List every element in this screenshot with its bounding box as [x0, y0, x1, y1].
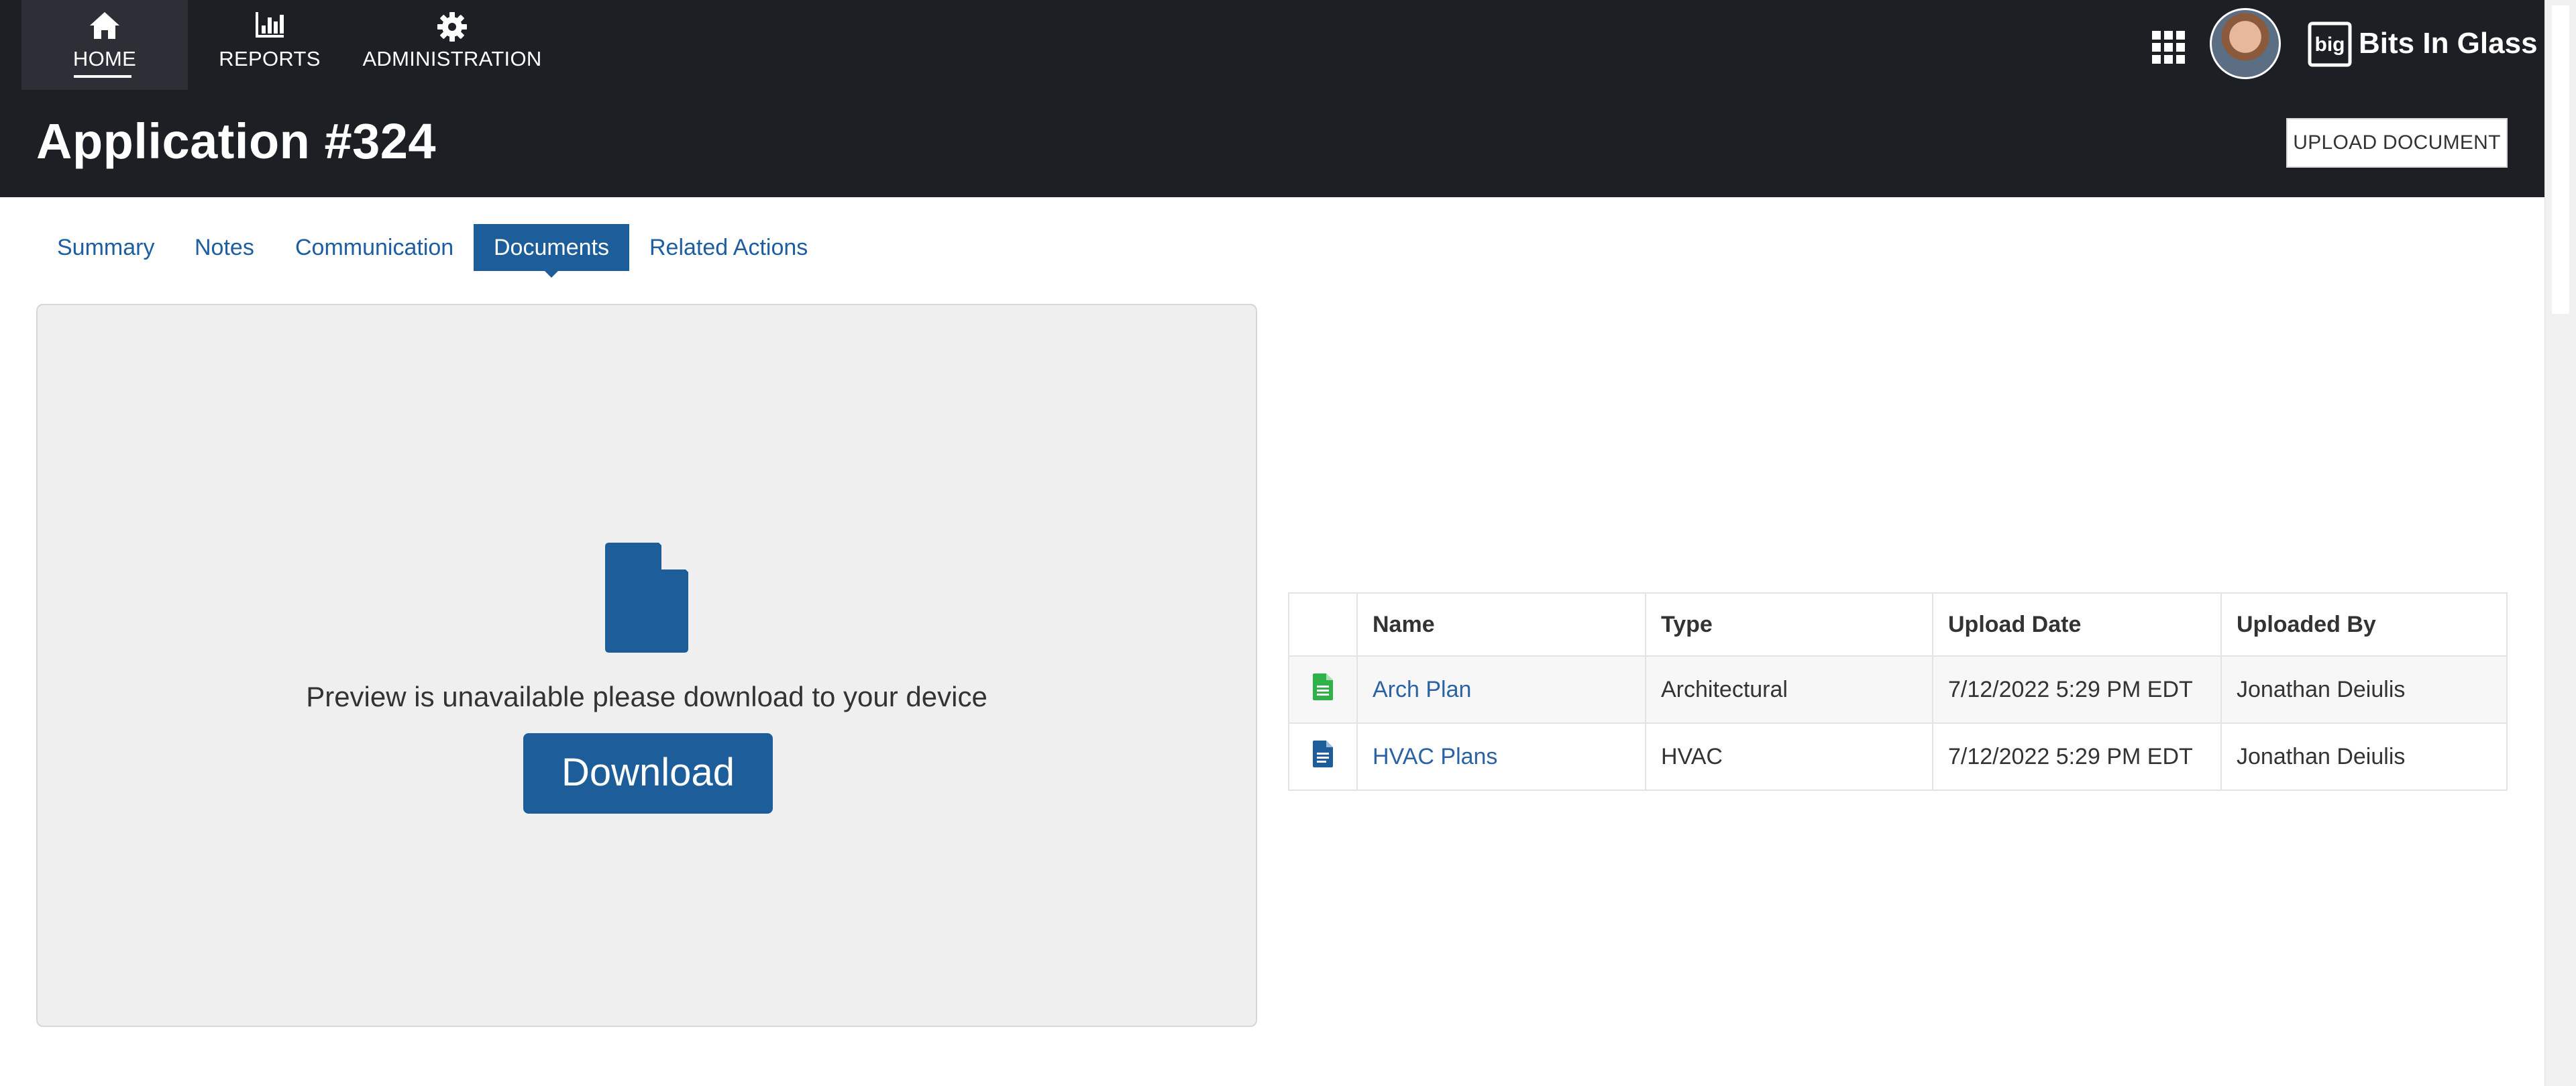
tab-related-actions[interactable]: Related Actions: [629, 224, 828, 271]
document-uploaded-by: Jonathan Deiulis: [2220, 722, 2508, 791]
column-header-upload-date[interactable]: Upload Date: [1932, 592, 2222, 657]
svg-text:big: big: [2315, 34, 2345, 56]
row-icon-cell: [1288, 722, 1358, 791]
tab-notes[interactable]: Notes: [174, 224, 274, 271]
scrollbar-thumb[interactable]: [2552, 5, 2569, 314]
brand-name: Bits In Glass: [2359, 27, 2538, 60]
blue-document-icon: [1313, 740, 1333, 767]
row-icon-cell: [1288, 655, 1358, 724]
nav-active-indicator: [74, 75, 131, 78]
column-header-name[interactable]: Name: [1356, 592, 1646, 657]
page-title: Application #324: [36, 113, 437, 169]
user-avatar[interactable]: [2210, 8, 2281, 79]
nav-home[interactable]: HOME: [21, 0, 188, 90]
document-upload-date: 7/12/2022 5:29 PM EDT: [1932, 722, 2222, 791]
top-header: HOME REPORTS ADMINISTRATION big Bits In …: [0, 0, 2544, 197]
upload-document-button[interactable]: UPLOAD DOCUMENT: [2286, 118, 2508, 168]
bar-chart-icon: [256, 12, 284, 38]
home-icon: [90, 12, 119, 39]
green-document-icon: [1313, 673, 1333, 700]
tab-summary[interactable]: Summary: [37, 224, 174, 271]
nav-reports[interactable]: REPORTS: [201, 0, 338, 90]
document-uploaded-by: Jonathan Deiulis: [2220, 655, 2508, 724]
column-header-uploaded-by[interactable]: Uploaded By: [2220, 592, 2508, 657]
header-icon-column: [1288, 592, 1358, 657]
document-type: HVAC: [1645, 722, 1933, 791]
gear-icon: [437, 12, 467, 42]
document-preview-panel: Preview is unavailable please download t…: [36, 304, 1257, 1027]
document-name[interactable]: HVAC Plans: [1373, 744, 1497, 769]
document-icon: [605, 543, 688, 653]
tab-documents[interactable]: Documents: [474, 224, 629, 271]
bits-in-glass-logo: big: [2308, 21, 2352, 67]
preview-unavailable-message: Preview is unavailable please download t…: [306, 681, 987, 712]
document-name-link[interactable]: Arch Plan: [1356, 655, 1646, 724]
document-name-link[interactable]: HVAC Plans: [1356, 722, 1646, 791]
table-header-row: Name Type Upload Date Uploaded By: [1288, 592, 2508, 657]
document-type: Architectural: [1645, 655, 1933, 724]
tab-communication[interactable]: Communication: [275, 224, 474, 271]
column-header-type[interactable]: Type: [1645, 592, 1933, 657]
download-button[interactable]: Download: [523, 733, 773, 814]
nav-reports-label: REPORTS: [219, 47, 321, 70]
nav-home-label: HOME: [72, 47, 137, 70]
nav-administration-label: ADMINISTRATION: [362, 47, 542, 70]
nav-administration[interactable]: ADMINISTRATION: [356, 0, 549, 90]
table-row[interactable]: Arch Plan Architectural 7/12/2022 5:29 P…: [1288, 655, 2508, 724]
documents-table: Name Type Upload Date Uploaded By Arch P…: [1288, 592, 2508, 791]
document-name[interactable]: Arch Plan: [1373, 677, 1471, 702]
apps-grid-icon[interactable]: [2152, 31, 2186, 64]
table-row[interactable]: HVAC Plans HVAC 7/12/2022 5:29 PM EDT Jo…: [1288, 722, 2508, 791]
vertical-scrollbar[interactable]: [2544, 0, 2576, 1086]
document-upload-date: 7/12/2022 5:29 PM EDT: [1932, 655, 2222, 724]
